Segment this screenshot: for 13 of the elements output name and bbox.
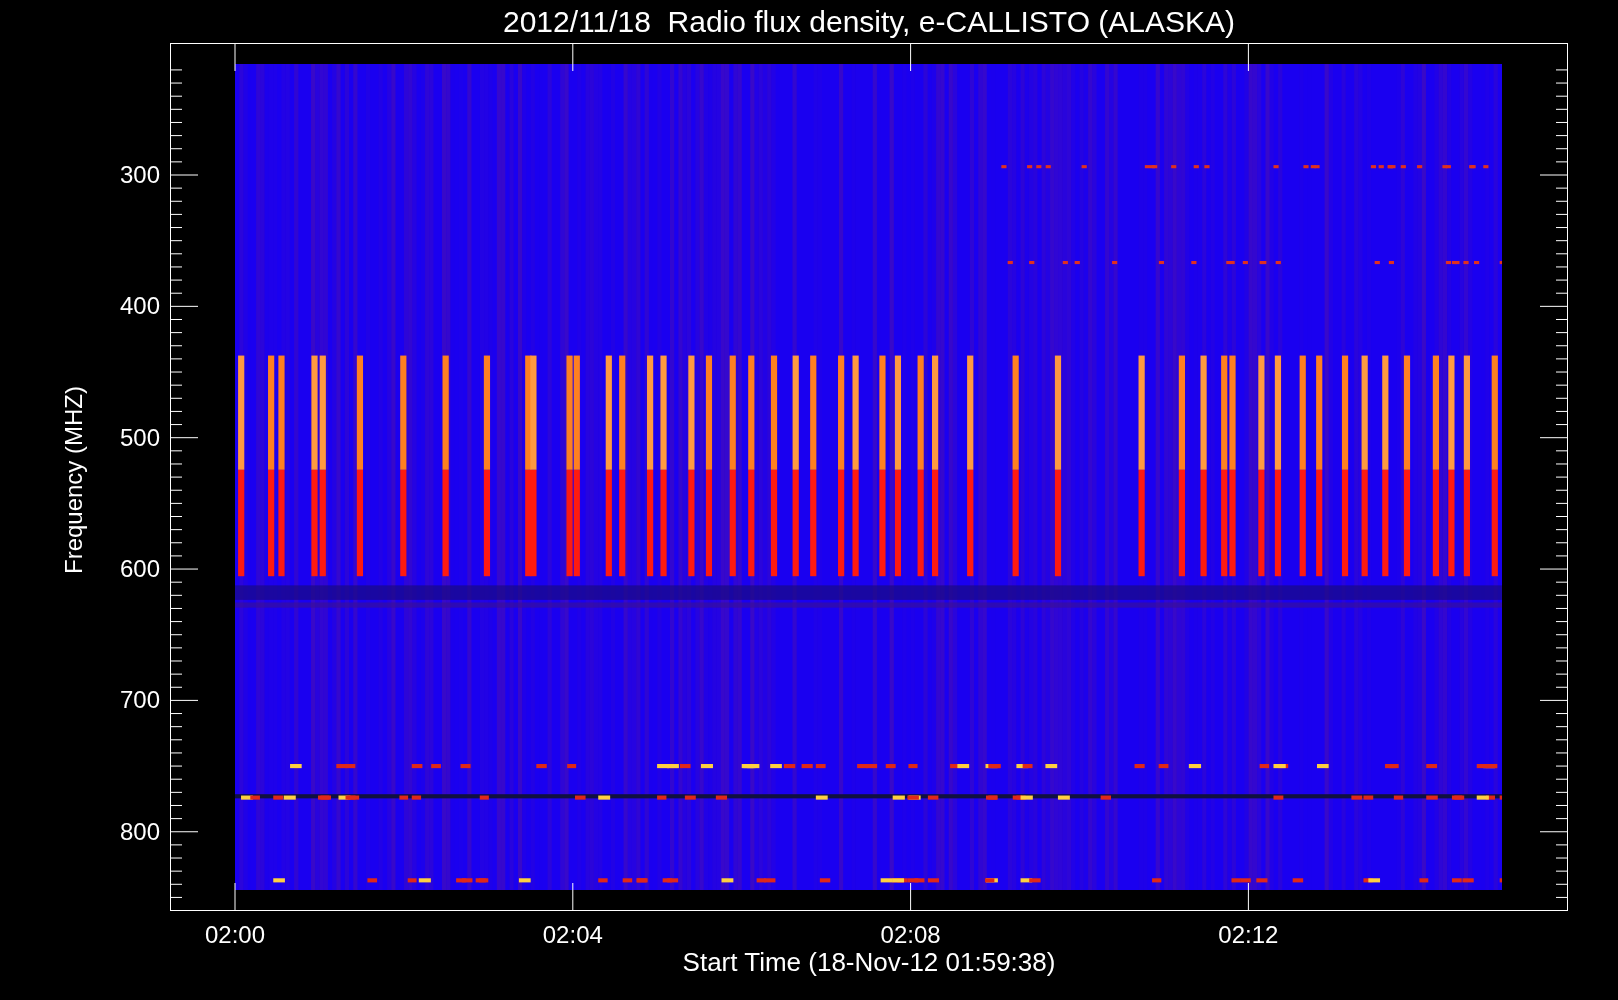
y-axis-label: Frequency (MHZ) (62, 386, 86, 574)
x-tick-label: 02:12 (1218, 923, 1279, 947)
y-tick-label: 600 (119, 557, 160, 582)
y-tick-label: 300 (119, 163, 160, 187)
x-axis-label: Start Time (18-Nov-12 01:59:38) (682, 949, 1056, 975)
chart-title: 2012/11/18 Radio flux density, e-CALLISTO (ALASKA) (502, 6, 1236, 37)
y-tick-label: 700 (119, 688, 160, 713)
y-tick-label: 800 (119, 819, 160, 844)
x-tick-label: 02:08 (880, 923, 941, 947)
y-tick-label: 500 (119, 425, 160, 450)
y-tick-label: 400 (119, 294, 160, 319)
x-tick-label: 02:00 (204, 923, 266, 947)
x-tick-label: 02:04 (542, 923, 603, 947)
